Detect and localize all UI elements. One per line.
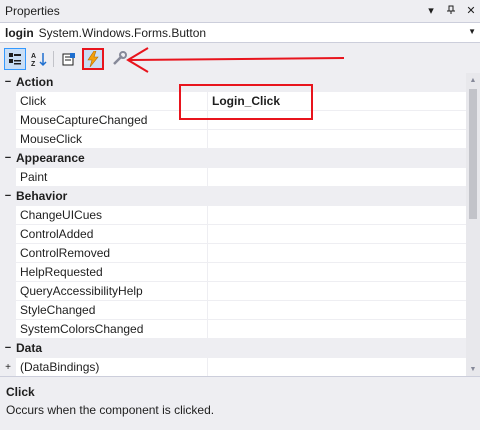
- object-type: System.Windows.Forms.Button: [38, 25, 207, 40]
- property-row[interactable]: StyleChanged: [0, 301, 466, 320]
- scrollbar-thumb[interactable]: [469, 89, 477, 219]
- vertical-scrollbar[interactable]: ▲ ▼: [466, 73, 480, 376]
- events-button[interactable]: [82, 48, 104, 70]
- row-gutter: [0, 92, 16, 110]
- svg-text:A: A: [31, 53, 36, 60]
- property-value[interactable]: [208, 301, 466, 319]
- row-gutter: [0, 263, 16, 281]
- row-gutter: [0, 111, 16, 129]
- property-row[interactable]: ControlAdded: [0, 225, 466, 244]
- row-gutter: [0, 130, 16, 148]
- row-gutter: [0, 225, 16, 243]
- property-row[interactable]: ControlRemoved: [0, 244, 466, 263]
- property-name: QueryAccessibilityHelp: [16, 282, 208, 300]
- svg-text:Z: Z: [31, 61, 36, 67]
- property-name: StyleChanged: [16, 301, 208, 319]
- description-title: Click: [6, 385, 35, 399]
- property-row[interactable]: HelpRequested: [0, 263, 466, 282]
- row-gutter: [0, 244, 16, 262]
- row-gutter: [0, 301, 16, 319]
- collapse-icon[interactable]: −: [0, 152, 16, 164]
- property-row[interactable]: + (DataBindings): [0, 358, 466, 376]
- pin-icon[interactable]: [444, 3, 458, 17]
- scroll-up-icon[interactable]: ▲: [466, 73, 480, 87]
- pin-dropdown-icon[interactable]: ▾: [424, 3, 438, 17]
- property-row[interactable]: Paint: [0, 168, 466, 187]
- row-gutter: [0, 168, 16, 186]
- close-icon[interactable]: ✕: [464, 3, 478, 17]
- category-data[interactable]: − Data: [0, 339, 466, 358]
- row-gutter: [0, 282, 16, 300]
- property-value[interactable]: [208, 168, 466, 186]
- property-row[interactable]: ChangeUICues: [0, 206, 466, 225]
- annotation-arrow: [126, 47, 345, 73]
- property-name: SystemColorsChanged: [16, 320, 208, 338]
- chevron-down-icon[interactable]: ▼: [468, 27, 476, 36]
- property-value[interactable]: [208, 358, 466, 376]
- scroll-down-icon[interactable]: ▼: [466, 362, 480, 376]
- alphabetical-icon: A Z: [31, 53, 47, 67]
- property-row[interactable]: MouseClick: [0, 130, 466, 149]
- property-row[interactable]: QueryAccessibilityHelp: [0, 282, 466, 301]
- categorized-icon: [9, 53, 21, 65]
- collapse-icon[interactable]: −: [0, 190, 16, 202]
- property-name: ChangeUICues: [16, 206, 208, 224]
- properties-titlebar: Properties ▾ ✕: [0, 0, 480, 22]
- property-value[interactable]: [208, 130, 466, 148]
- category-label: Data: [16, 341, 43, 355]
- properties-button[interactable]: [58, 48, 80, 70]
- property-value[interactable]: [208, 206, 466, 224]
- collapse-icon[interactable]: −: [0, 76, 16, 88]
- category-label: Appearance: [16, 151, 85, 165]
- expand-icon[interactable]: +: [0, 358, 16, 376]
- description-pane: Click Occurs when the component is click…: [0, 376, 480, 430]
- property-value[interactable]: [208, 225, 466, 243]
- alphabetical-button[interactable]: A Z: [28, 48, 50, 70]
- category-label: Action: [16, 75, 54, 89]
- property-value[interactable]: [208, 263, 466, 281]
- row-gutter: [0, 206, 16, 224]
- property-value[interactable]: [208, 282, 466, 300]
- property-value[interactable]: [208, 244, 466, 262]
- property-name: ControlAdded: [16, 225, 208, 243]
- property-name: ControlRemoved: [16, 244, 208, 262]
- events-icon: [87, 51, 99, 67]
- property-name: HelpRequested: [16, 263, 208, 281]
- window-title: Properties: [5, 4, 60, 18]
- property-name: Paint: [16, 168, 208, 186]
- property-value[interactable]: [208, 320, 466, 338]
- properties-icon: [62, 53, 75, 66]
- property-name: (DataBindings): [16, 358, 208, 376]
- annotation-box-value: [179, 84, 313, 120]
- object-selector[interactable]: login System.Windows.Forms.Button ▼: [0, 22, 480, 43]
- category-behavior[interactable]: − Behavior: [0, 187, 466, 206]
- collapse-icon[interactable]: −: [0, 342, 16, 354]
- category-appearance[interactable]: − Appearance: [0, 149, 466, 168]
- description-text: Occurs when the component is clicked.: [6, 403, 215, 417]
- category-label: Behavior: [16, 189, 68, 203]
- property-name: MouseClick: [16, 130, 208, 148]
- row-gutter: [0, 320, 16, 338]
- categorized-button[interactable]: [4, 48, 26, 70]
- object-name: login: [5, 25, 34, 40]
- property-row[interactable]: SystemColorsChanged: [0, 320, 466, 339]
